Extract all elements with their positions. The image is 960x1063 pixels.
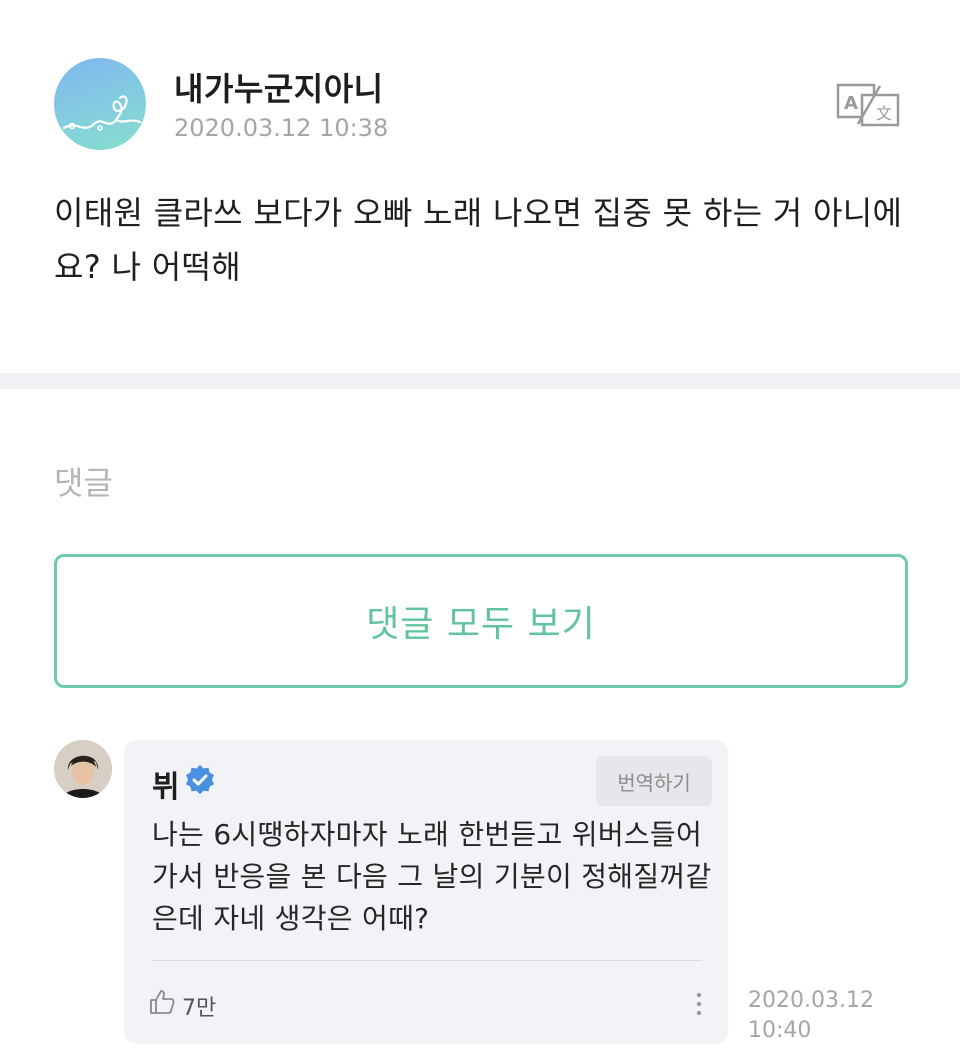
post-header: 내가누군지아니 2020.03.12 10:38 A 文 [54, 58, 904, 154]
author-avatar[interactable] [54, 58, 146, 150]
translate-icon[interactable]: A 文 [836, 82, 902, 128]
more-options-icon[interactable] [692, 990, 706, 1018]
comment-date: 2020.03.12 [748, 988, 874, 1013]
comment-card: 뷔 번역하기 나는 6시땡하자마자 노래 한번듣고 위버스들어가서 반응을 본 … [124, 740, 728, 1044]
section-divider [0, 373, 960, 389]
verified-badge-icon [184, 764, 216, 796]
like-count: 7만 [182, 996, 217, 1021]
post-timestamp: 2020.03.12 10:38 [174, 114, 389, 142]
author-name[interactable]: 내가누군지아니 [174, 64, 384, 110]
post-body: 이태원 클라쓰 보다가 오빠 노래 나오면 집중 못 하는 거 아니에요? 나 … [54, 194, 903, 286]
svg-text:A: A [844, 93, 858, 114]
doodle-heart-icon [62, 95, 142, 131]
svg-text:文: 文 [876, 104, 892, 123]
view-all-comments-button[interactable]: 댓글 모두 보기 [54, 554, 908, 688]
comment-timestamp: 2020.03.12 10:40 [748, 986, 874, 1046]
thumbs-up-icon[interactable] [148, 988, 176, 1016]
commenter-name[interactable]: 뷔 [152, 762, 180, 806]
commenter-avatar[interactable] [54, 740, 112, 798]
comments-heading: 댓글 [54, 464, 113, 502]
comment-divider [152, 960, 702, 961]
comment-time: 10:40 [748, 1018, 812, 1043]
comment-text: 나는 6시땡하자마자 노래 한번듣고 위버스들어가서 반응을 본 다음 그 날의… [152, 818, 712, 935]
translate-button[interactable]: 번역하기 [596, 756, 712, 806]
